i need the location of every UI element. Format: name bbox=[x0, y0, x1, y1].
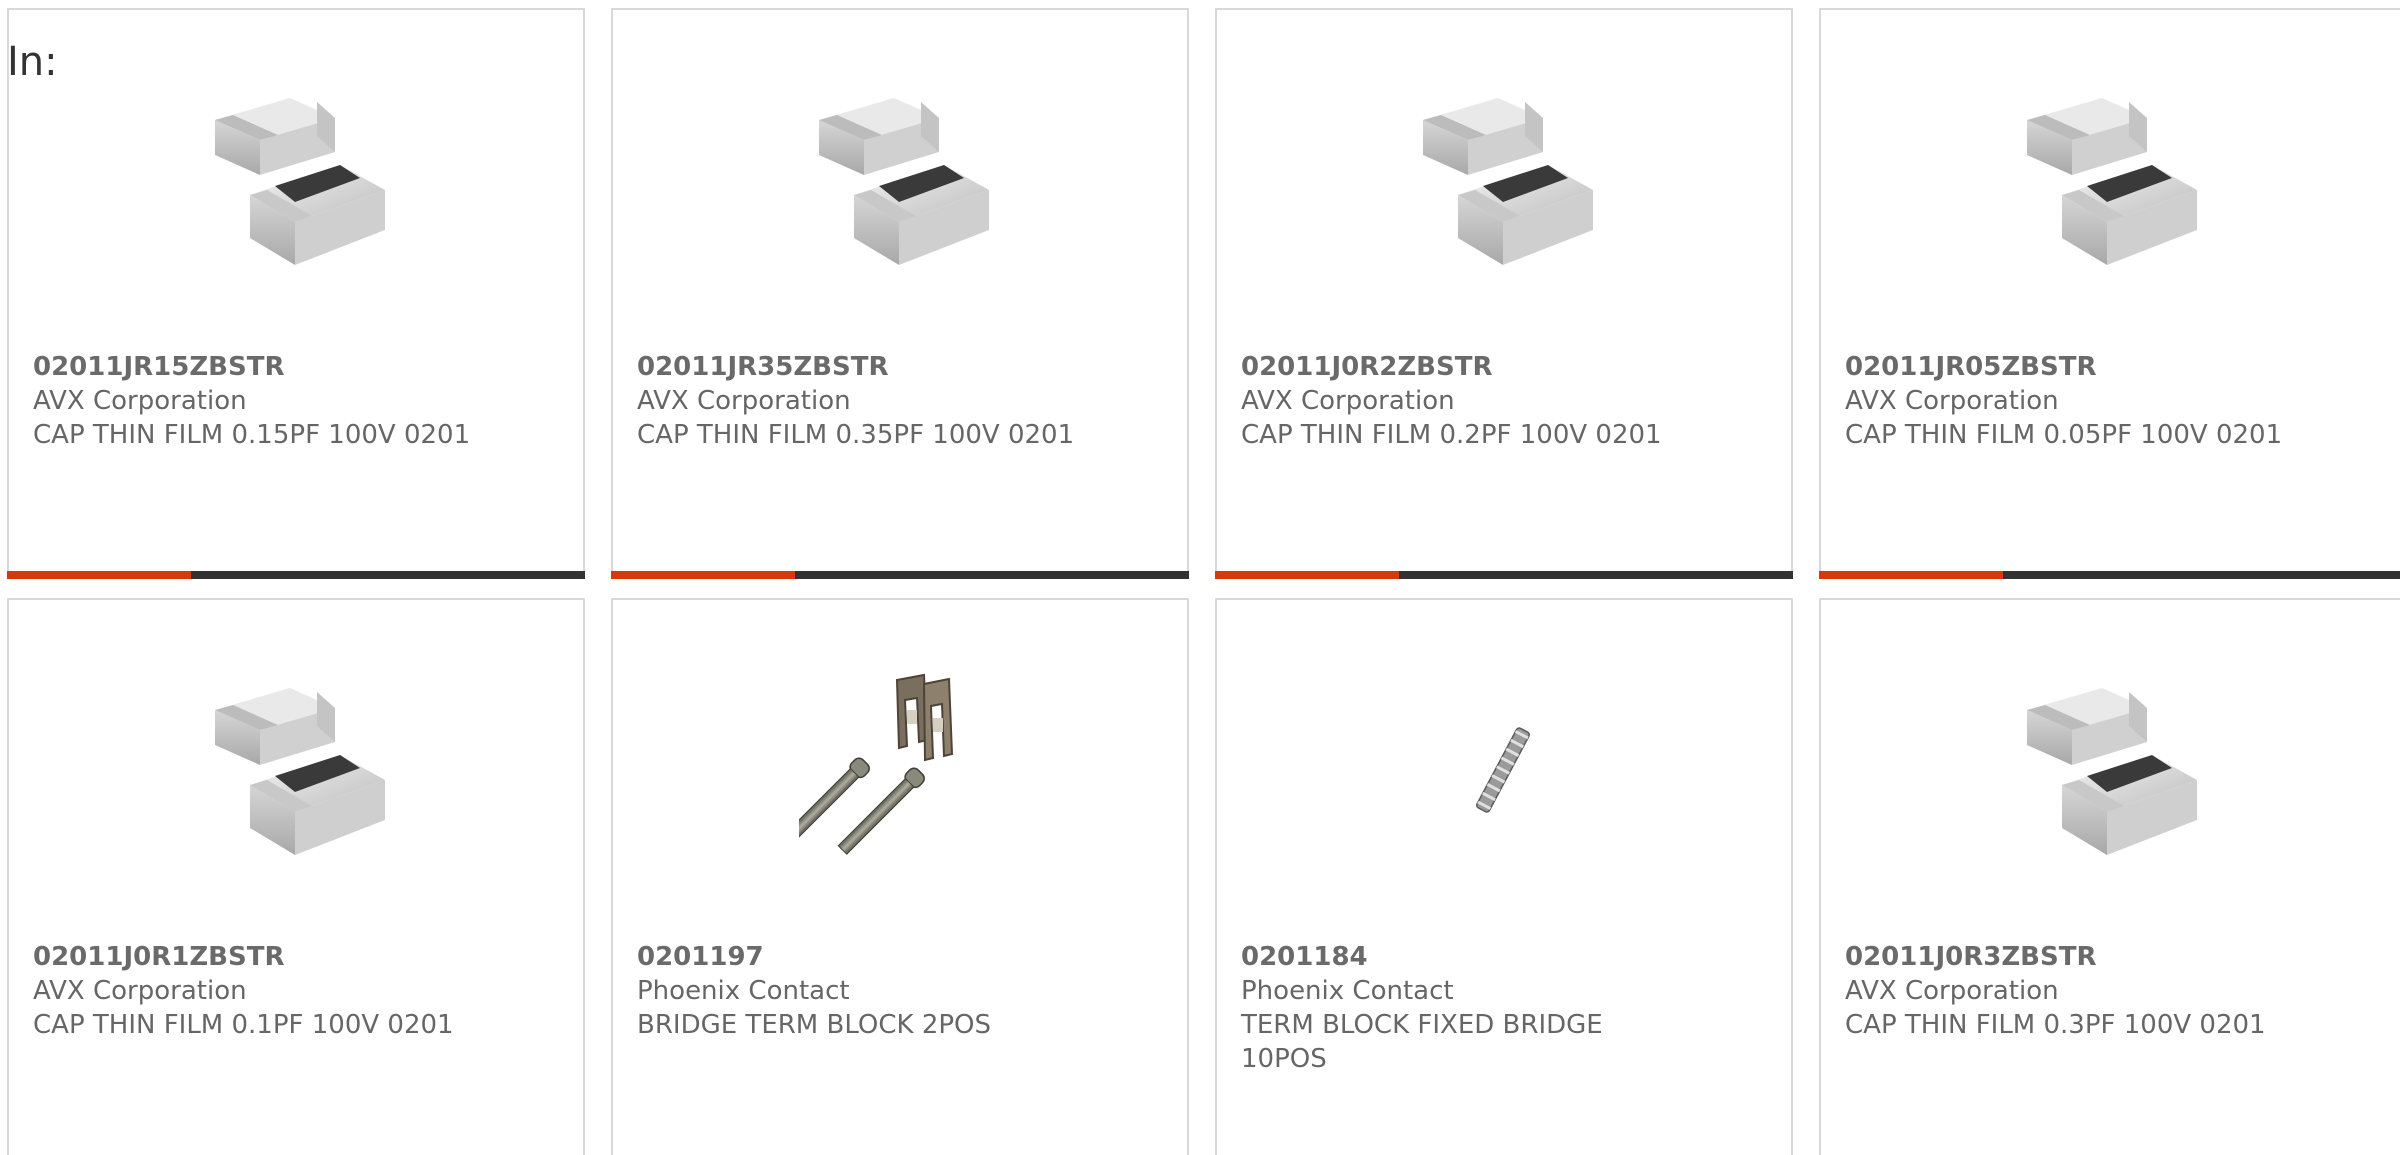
manufacturer: Phoenix Contact bbox=[1241, 976, 1454, 1006]
part-number[interactable]: 02011J0R3ZBSTR bbox=[1845, 940, 2285, 974]
product-card[interactable]: 0201197 Phoenix Contact BRIDGE TERM BLOC… bbox=[611, 598, 1189, 1155]
product-info: 02011JR35ZBSTR AVX Corporation CAP THIN … bbox=[637, 350, 1077, 452]
card-accent-bar bbox=[611, 571, 795, 579]
capacitor-chip-image bbox=[2007, 670, 2207, 870]
product-info: 02011J0R2ZBSTR AVX Corporation CAP THIN … bbox=[1241, 350, 1681, 452]
part-number[interactable]: 02011J0R2ZBSTR bbox=[1241, 350, 1681, 384]
product-info: 02011J0R3ZBSTR AVX Corporation CAP THIN … bbox=[1845, 940, 2285, 1042]
capacitor-chip-image bbox=[195, 670, 395, 870]
manufacturer: AVX Corporation bbox=[1845, 386, 2059, 416]
product-info: 02011J0R1ZBSTR AVX Corporation CAP THIN … bbox=[33, 940, 473, 1042]
manufacturer: AVX Corporation bbox=[1845, 976, 2059, 1006]
part-number[interactable]: 02011JR05ZBSTR bbox=[1845, 350, 2285, 384]
description: CAP THIN FILM 0.2PF 100V 0201 bbox=[1241, 420, 1662, 450]
part-number[interactable]: 02011J0R1ZBSTR bbox=[33, 940, 473, 974]
product-card[interactable]: 02011JR15ZBSTR AVX Corporation CAP THIN … bbox=[7, 8, 585, 579]
product-info: 0201197 Phoenix Contact BRIDGE TERM BLOC… bbox=[637, 940, 1077, 1042]
capacitor-chip-image bbox=[195, 80, 395, 280]
part-number[interactable]: 0201184 bbox=[1241, 940, 1681, 974]
part-number[interactable]: 0201197 bbox=[637, 940, 1077, 974]
product-card[interactable]: 02011J0R2ZBSTR AVX Corporation CAP THIN … bbox=[1215, 8, 1793, 579]
product-card[interactable]: 02011JR35ZBSTR AVX Corporation CAP THIN … bbox=[611, 8, 1189, 579]
product-card[interactable]: 02011JR05ZBSTR AVX Corporation CAP THIN … bbox=[1819, 8, 2400, 579]
capacitor-chip-image bbox=[1403, 80, 1603, 280]
card-bottom-bar bbox=[611, 571, 1189, 579]
fixed-bridge-image bbox=[1403, 670, 1603, 870]
description: CAP THIN FILM 0.35PF 100V 0201 bbox=[637, 420, 1075, 450]
capacitor-chip-image bbox=[799, 80, 999, 280]
card-accent-bar bbox=[1819, 571, 2003, 579]
product-card[interactable]: 0201184 Phoenix Contact TERM BLOCK FIXED… bbox=[1215, 598, 1793, 1155]
description: BRIDGE TERM BLOCK 2POS bbox=[637, 1010, 992, 1040]
card-accent-bar bbox=[1215, 571, 1399, 579]
description: CAP THIN FILM 0.3PF 100V 0201 bbox=[1845, 1010, 2266, 1040]
card-accent-bar bbox=[7, 571, 191, 579]
product-card[interactable]: 02011J0R1ZBSTR AVX Corporation CAP THIN … bbox=[7, 598, 585, 1155]
description: CAP THIN FILM 0.1PF 100V 0201 bbox=[33, 1010, 454, 1040]
product-info: 0201184 Phoenix Contact TERM BLOCK FIXED… bbox=[1241, 940, 1681, 1076]
capacitor-chip-image bbox=[2007, 80, 2207, 280]
manufacturer: AVX Corporation bbox=[33, 386, 247, 416]
card-bottom-bar bbox=[1819, 571, 2400, 579]
manufacturer: AVX Corporation bbox=[1241, 386, 1455, 416]
product-card[interactable]: 02011J0R3ZBSTR AVX Corporation CAP THIN … bbox=[1819, 598, 2400, 1155]
card-bottom-bar bbox=[7, 571, 585, 579]
manufacturer: AVX Corporation bbox=[33, 976, 247, 1006]
description: CAP THIN FILM 0.05PF 100V 0201 bbox=[1845, 420, 2283, 450]
product-grid: 02011JR15ZBSTR AVX Corporation CAP THIN … bbox=[7, 8, 2400, 1155]
manufacturer: Phoenix Contact bbox=[637, 976, 850, 1006]
product-info: 02011JR15ZBSTR AVX Corporation CAP THIN … bbox=[33, 350, 473, 452]
card-bottom-bar bbox=[1215, 571, 1793, 579]
part-number[interactable]: 02011JR35ZBSTR bbox=[637, 350, 1077, 384]
manufacturer: AVX Corporation bbox=[637, 386, 851, 416]
bridge-term-block-image bbox=[799, 670, 999, 870]
description: CAP THIN FILM 0.15PF 100V 0201 bbox=[33, 420, 471, 450]
product-info: 02011JR05ZBSTR AVX Corporation CAP THIN … bbox=[1845, 350, 2285, 452]
part-number[interactable]: 02011JR15ZBSTR bbox=[33, 350, 473, 384]
in-filter-label: In: bbox=[7, 39, 58, 85]
description: TERM BLOCK FIXED BRIDGE 10POS bbox=[1241, 1010, 1603, 1074]
